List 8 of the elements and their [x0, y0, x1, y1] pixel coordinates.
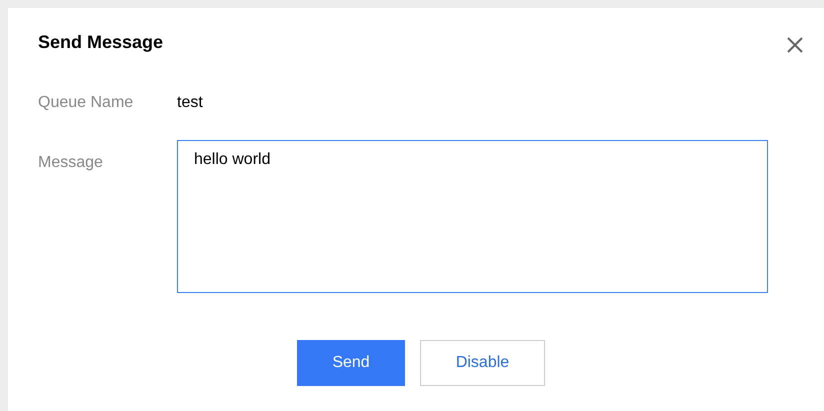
dialog-title: Send Message — [38, 32, 164, 52]
message-field[interactable]: hello world — [177, 140, 768, 293]
disable-button[interactable]: Disable — [420, 340, 545, 386]
send-button[interactable]: Send — [297, 340, 405, 386]
close-icon[interactable] — [786, 36, 804, 54]
field-label: Message — [38, 154, 104, 173]
field-value: test — [177, 94, 203, 112]
field-label: Queue Name — [38, 94, 134, 112]
